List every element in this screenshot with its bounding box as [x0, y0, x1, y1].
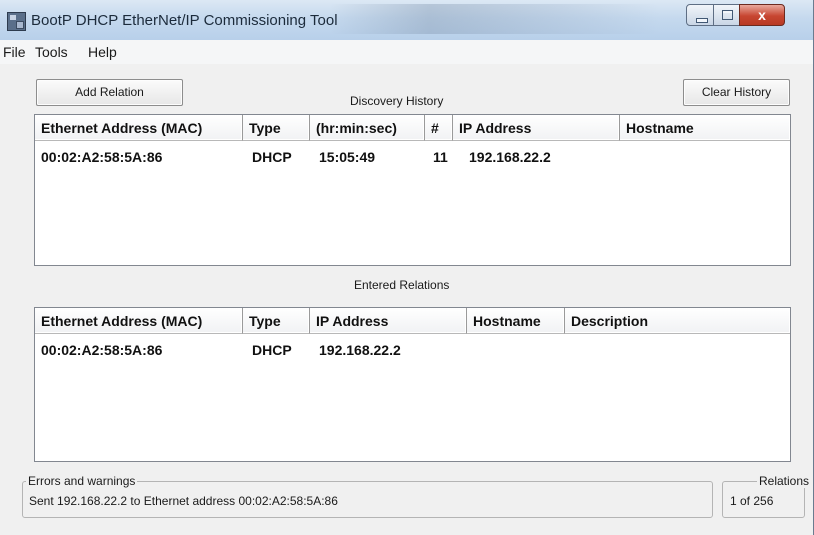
- menu-bar: File Tools Help: [0, 40, 813, 65]
- window-title: BootP DHCP EtherNet/IP Commissioning Too…: [31, 12, 338, 29]
- minimize-icon: [696, 18, 708, 23]
- network-tool-icon[interactable]: [7, 12, 26, 31]
- column-ip-address[interactable]: IP Address: [310, 308, 467, 334]
- cell-mac: 00:02:A2:58:5A:86: [41, 342, 163, 358]
- cell-time: 15:05:49: [319, 149, 376, 165]
- cell-ip-address: 192.168.22.2: [469, 149, 551, 165]
- title-bar[interactable]: BootP DHCP EtherNet/IP Commissioning Too…: [0, 0, 813, 40]
- entered-relations-header: Ethernet Address (MAC) Type IP Address H…: [35, 308, 790, 334]
- column-type[interactable]: Type: [243, 308, 310, 334]
- column-type[interactable]: Type: [243, 115, 310, 141]
- discovery-history-caption: Discovery History: [350, 94, 444, 108]
- column-ethernet-address[interactable]: Ethernet Address (MAC): [35, 115, 243, 141]
- column-ip-address[interactable]: IP Address: [453, 115, 620, 141]
- column-ethernet-address[interactable]: Ethernet Address (MAC): [35, 308, 243, 334]
- app-window: BootP DHCP EtherNet/IP Commissioning Too…: [0, 0, 814, 535]
- cell-type: DHCP: [252, 342, 292, 358]
- add-relation-button[interactable]: Add Relation: [36, 79, 183, 106]
- client-area: Add Relation Discovery History Clear His…: [0, 64, 813, 535]
- discovery-history-header: Ethernet Address (MAC) Type (hr:min:sec)…: [35, 115, 790, 141]
- menu-help[interactable]: Help: [88, 44, 117, 60]
- discovery-history-list[interactable]: Ethernet Address (MAC) Type (hr:min:sec)…: [34, 114, 791, 266]
- column-hostname[interactable]: Hostname: [620, 115, 790, 141]
- relations-count: 1 of 256: [730, 494, 774, 508]
- menu-tools[interactable]: Tools: [35, 44, 68, 60]
- column-description[interactable]: Description: [565, 308, 790, 334]
- close-button[interactable]: x: [739, 4, 785, 26]
- errors-warnings-legend: Errors and warnings: [26, 474, 138, 488]
- entered-relations-caption: Entered Relations: [354, 278, 450, 292]
- relations-legend: Relations: [757, 474, 812, 488]
- maximize-icon: [722, 10, 733, 20]
- menu-file[interactable]: File: [3, 44, 26, 60]
- errors-warnings-text: Sent 192.168.22.2 to Ethernet address 00…: [29, 494, 338, 508]
- minimize-button[interactable]: [686, 4, 714, 26]
- cell-type: DHCP: [252, 149, 292, 165]
- entered-relations-list[interactable]: Ethernet Address (MAC) Type IP Address H…: [34, 307, 791, 462]
- column-time[interactable]: (hr:min:sec): [310, 115, 425, 141]
- maximize-button[interactable]: [713, 4, 740, 26]
- cell-count: 11: [433, 149, 448, 165]
- clear-history-button[interactable]: Clear History: [683, 79, 790, 106]
- column-count[interactable]: #: [425, 115, 453, 141]
- title-bar-blur: [330, 4, 660, 34]
- cell-mac: 00:02:A2:58:5A:86: [41, 149, 163, 165]
- column-hostname[interactable]: Hostname: [467, 308, 565, 334]
- close-icon: x: [758, 7, 766, 23]
- cell-ip-address: 192.168.22.2: [319, 342, 401, 358]
